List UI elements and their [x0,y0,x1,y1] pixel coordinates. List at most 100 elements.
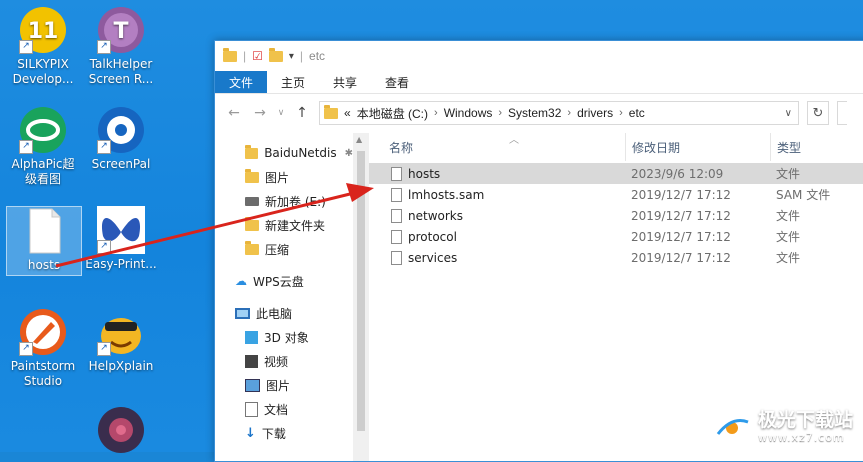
desktop-icon-label: Screen R... [88,72,154,86]
chevron-right-icon[interactable]: › [434,107,438,119]
file-icon [391,187,402,202]
nav-item-videos[interactable]: 视频 [215,349,353,373]
column-name[interactable]: 名称 [369,139,625,156]
desktop-icon-label: TalkHelper [89,57,153,71]
folder-icon [245,240,259,255]
nav-item-new-folder[interactable]: 新建文件夹 [215,213,353,237]
chevron-right-icon[interactable]: › [498,107,502,119]
quick-access-dropdown-icon[interactable]: ▾ [289,51,294,62]
desktop-icon-label: Easy-Print... [85,257,157,271]
address-bar[interactable]: « 本地磁盘 (C:) › Windows › System32 › drive… [319,101,799,125]
pin-icon: ✱ [344,147,353,159]
desktop-icon-label: Paintstorm [10,359,76,373]
nav-item-label: 文档 [264,402,289,417]
breadcrumb-item[interactable]: drivers [577,106,613,120]
desktop-icon-screenpal[interactable]: ↗ ScreenPal [84,106,158,172]
desktop-icon-talkhelper[interactable]: T ↗ TalkHelper Screen R... [84,6,158,87]
nav-item-pictures[interactable]: 图片 [215,373,353,397]
breadcrumb-item[interactable]: etc [629,106,645,120]
nav-scrollbar[interactable]: ▲ [353,133,369,461]
back-arrow-icon[interactable]: ← [225,105,243,121]
nav-item-drive-e[interactable]: 新加卷 (E:) [215,189,353,213]
desktop-icon-partial[interactable] [84,406,158,457]
column-date[interactable]: 修改日期 [625,133,770,161]
file-date: 2019/12/7 17:12 [631,208,731,223]
nav-item-wps-cloud[interactable]: ☁ WPS云盘 [215,269,353,293]
desktop-icon-helpxplain[interactable]: ↗ HelpXplain [84,308,158,374]
refresh-icon[interactable]: ↻ [807,101,829,125]
up-arrow-icon[interactable]: ↑ [293,105,311,121]
nav-item-label: WPS云盘 [253,274,304,289]
chevron-right-icon[interactable]: › [567,107,571,119]
nav-item-downloads[interactable]: ↓ 下载 [215,421,353,445]
file-row-lmhosts[interactable]: lmhosts.sam 2019/12/7 17:12 SAM 文件 [369,184,863,205]
talkhelper-badge: T [113,19,128,44]
file-name: lmhosts.sam [408,187,485,202]
breadcrumb-item[interactable]: Windows [444,106,493,120]
tab-home[interactable]: 主页 [267,71,319,93]
desktop-icon-label: hosts [27,258,61,272]
scroll-up-icon[interactable]: ▲ [356,135,362,144]
file-name: protocol [408,229,457,244]
file-icon [20,207,68,255]
tab-share[interactable]: 共享 [319,71,371,93]
breadcrumb-item[interactable]: 本地磁盘 (C:) [357,105,428,122]
new-folder-icon[interactable] [268,47,283,62]
nav-item-documents[interactable]: 文档 [215,397,353,421]
chevron-right-icon[interactable]: › [619,107,623,119]
recent-locations-icon[interactable]: ∨ [277,108,285,118]
nav-item-baidunetdisk[interactable]: BaiduNetdis ✱ [215,141,353,165]
nav-item-3d-objects[interactable]: 3D 对象 [215,325,353,349]
desktop-icon-alphapic[interactable]: ↗ AlphaPic超 级看图 [6,106,80,187]
file-type: 文件 [776,209,801,223]
address-row: ← → ∨ ↑ « 本地磁盘 (C:) › Windows › System32… [215,93,863,132]
tab-view[interactable]: 查看 [371,71,423,93]
nav-item-label: BaiduNetdis [264,146,337,160]
scrollbar-thumb[interactable] [357,151,365,431]
breadcrumb-item[interactable]: System32 [508,106,561,120]
nav-item-label: 图片 [265,170,290,185]
file-date: 2019/12/7 17:12 [631,229,731,244]
desktop-icon-silkypix[interactable]: 11 ↗ SILKYPIX Develop... [6,6,80,87]
easyprint-icon: ↗ [97,206,145,254]
shortcut-arrow-icon: ↗ [97,140,111,154]
file-row-networks[interactable]: networks 2019/12/7 17:12 文件 [369,205,863,226]
file-icon [391,229,402,244]
desktop-icon-hosts[interactable]: hosts [6,206,82,276]
file-type: 文件 [776,167,801,181]
file-icon [391,208,402,223]
file-row-protocol[interactable]: protocol 2019/12/7 17:12 文件 [369,226,863,247]
nav-item-label: 新建文件夹 [265,218,326,233]
desktop-icon-label: Develop... [12,72,74,86]
nav-item-compress[interactable]: 压缩 [215,237,353,261]
tab-file[interactable]: 文件 [215,71,268,93]
file-name: hosts [408,166,441,181]
watermark-url: www.xz7.com [757,431,845,444]
file-row-hosts[interactable]: hosts 2023/9/6 12:09 文件 [369,163,863,184]
properties-icon[interactable]: ☑ [252,49,263,63]
file-row-services[interactable]: services 2019/12/7 17:12 文件 [369,247,863,268]
computer-icon [235,307,250,319]
drive-icon [245,196,259,206]
address-overflow[interactable]: « [344,106,351,120]
column-type[interactable]: 类型 [770,133,863,161]
shortcut-arrow-icon: ↗ [97,342,111,356]
shortcut-arrow-icon: ↗ [19,140,33,154]
search-box[interactable] [837,101,847,125]
file-type: 文件 [776,251,801,265]
file-icon [391,166,402,181]
nav-item-this-pc[interactable]: 此电脑 [215,301,353,325]
3d-objects-icon [245,330,258,344]
desktop-icon-paintstorm[interactable]: ↗ Paintstorm Studio [6,308,80,389]
nav-item-pictures-folder[interactable]: 图片 [215,165,353,189]
folder-icon [245,216,259,231]
folder-icon [245,144,259,159]
desktop-icon-label: HelpXplain [88,359,154,373]
desktop-icon-easyprint[interactable]: ↗ Easy-Print... [84,206,158,272]
nav-item-label: 下载 [261,426,286,441]
chevron-down-icon[interactable]: ∨ [779,108,798,119]
desktop-icon-label: Studio [23,374,63,388]
forward-arrow-icon[interactable]: → [251,105,269,121]
alphapic-icon: ↗ [19,106,67,154]
column-headers: ︿ 名称 修改日期 类型 [369,133,863,161]
